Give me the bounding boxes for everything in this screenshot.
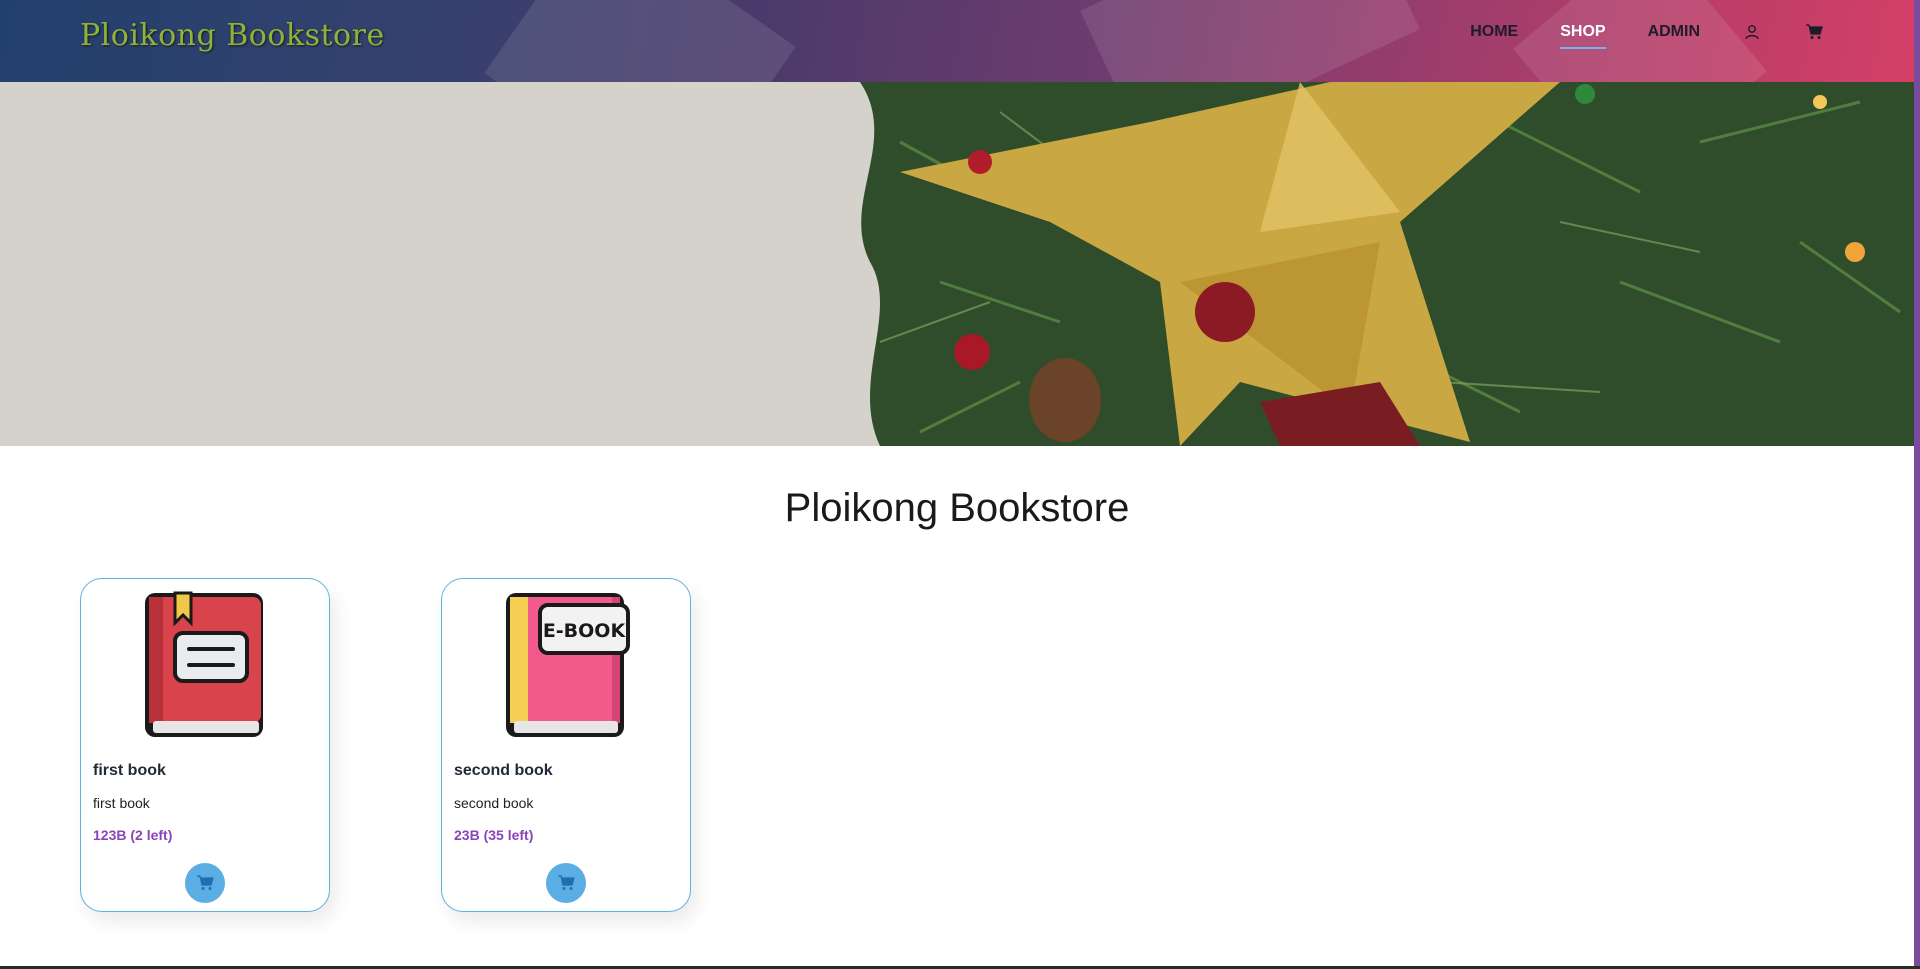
navbar-decoration bbox=[1080, 0, 1420, 82]
nav-admin[interactable]: ADMIN bbox=[1648, 23, 1700, 41]
brand-logo[interactable]: Ploikong Bookstore bbox=[80, 18, 385, 53]
nav-shop[interactable]: SHOP bbox=[1560, 23, 1606, 49]
add-to-cart-button[interactable] bbox=[546, 863, 586, 903]
cart-icon bbox=[197, 875, 214, 890]
cart-icon[interactable] bbox=[1804, 22, 1824, 42]
book-title[interactable]: first book bbox=[93, 762, 166, 780]
page-title: Ploikong Bookstore bbox=[784, 486, 1130, 530]
book-price: 23B (35 left) bbox=[454, 827, 534, 843]
book-title[interactable]: second book bbox=[454, 762, 553, 780]
book-description: first book bbox=[93, 795, 150, 811]
hero-banner bbox=[0, 82, 1914, 446]
product-card[interactable]: first book first book 123B (2 left) bbox=[80, 578, 330, 912]
book-price: 123B (2 left) bbox=[93, 827, 173, 843]
page: Ploikong Bookstore HOME SHOP ADMIN Ploik… bbox=[0, 0, 1914, 966]
nav-menu: HOME SHOP ADMIN bbox=[1428, 0, 1824, 64]
cart-icon bbox=[558, 875, 575, 890]
add-to-cart-button[interactable] bbox=[185, 863, 225, 903]
nav-home[interactable]: HOME bbox=[1470, 23, 1518, 41]
ebook-label: E-BOOK bbox=[543, 620, 627, 642]
christmas-tree-banner-image bbox=[0, 82, 1914, 446]
navbar: Ploikong Bookstore HOME SHOP ADMIN bbox=[0, 0, 1914, 82]
red-book-icon bbox=[139, 589, 271, 741]
ebook-icon: E-BOOK bbox=[500, 589, 632, 741]
user-icon[interactable] bbox=[1742, 22, 1762, 42]
navbar-decoration bbox=[484, 0, 796, 82]
book-description: second book bbox=[454, 795, 534, 811]
window-edge bbox=[1914, 0, 1920, 969]
product-card[interactable]: E-BOOK second book second book 23B (35 l… bbox=[441, 578, 691, 912]
